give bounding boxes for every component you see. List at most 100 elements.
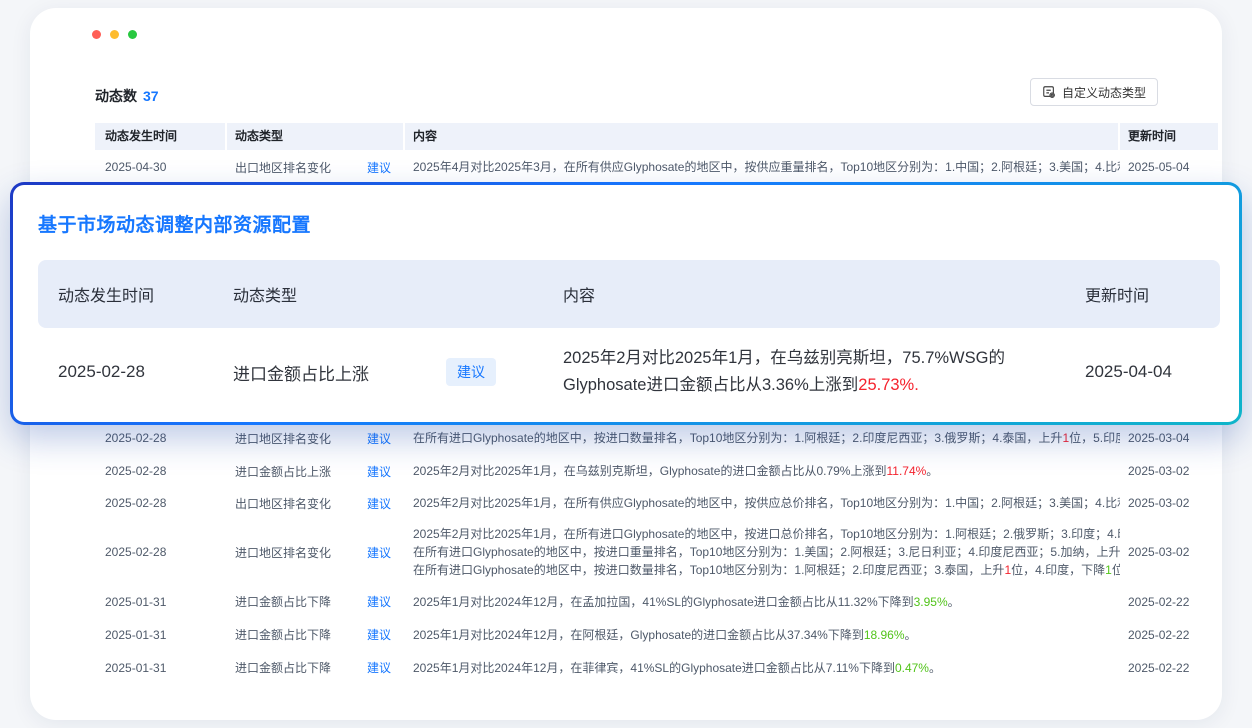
row-type-cell: 进口金额占比下降建议 — [227, 626, 405, 643]
suggestion-link[interactable]: 建议 — [367, 626, 391, 643]
row-date: 2025-01-31 — [95, 628, 227, 642]
zoom-window-button[interactable] — [128, 30, 137, 39]
table-header: 动态发生时间 动态类型 内容 更新时间 — [95, 123, 1218, 150]
row-updated: 2025-03-02 — [1120, 545, 1218, 559]
overlay-column-content: 内容 — [543, 282, 1048, 306]
suggestion-link[interactable]: 建议 — [367, 659, 391, 676]
row-updated: 2025-03-02 — [1120, 464, 1218, 478]
window-controls — [92, 30, 137, 39]
row-content: 在所有进口Glyphosate的地区中，按进口数量排名，Top10地区分别为：1… — [405, 429, 1120, 447]
row-type-label: 出口地区排名变化 — [235, 495, 331, 512]
close-window-button[interactable] — [92, 30, 101, 39]
dynamics-count-label: 动态数 — [95, 88, 137, 104]
content-segment: 2025年2月对比2025年1月，在乌兹别克斯坦，Glyphosate的进口金额… — [413, 464, 886, 478]
row-date: 2025-02-28 — [95, 431, 227, 445]
row-content-line: 2025年1月对比2024年12月，在菲律宾，41%SL的Glyphosate进… — [413, 659, 1120, 677]
customize-icon — [1042, 85, 1056, 99]
content-segment: 2025年2月对比2025年1月，在所有供应Glyphosate的地区中，按供应… — [413, 496, 1120, 510]
row-content-line: 在所有进口Glyphosate的地区中，按进口重量排名，Top10地区分别为：1… — [413, 543, 1120, 561]
row-type-cell: 进口地区排名变化建议 — [227, 430, 405, 447]
row-updated: 2025-02-22 — [1120, 628, 1218, 642]
overlay-column-update-time: 更新时间 — [1048, 282, 1220, 306]
suggestion-link[interactable]: 建议 — [367, 593, 391, 610]
row-type-cell: 进口地区排名变化 建议 — [227, 544, 405, 561]
overlay-table-header: 动态发生时间 动态类型 内容 更新时间 — [38, 260, 1220, 328]
suggestion-badge[interactable]: 建议 — [446, 358, 496, 386]
row-type-cell: 出口地区排名变化 建议 — [227, 159, 405, 176]
content-segment: 在所有进口Glyphosate的地区中，按进口数量排名，Top10地区分别为：1… — [413, 431, 1062, 445]
table-body-top: 2025-04-30 出口地区排名变化 建议 2025年4月对比2025年3月，在所有… — [95, 150, 1218, 184]
row-content: 2025年1月对比2024年12月，在阿根廷，Glyphosate的进口金额占比… — [405, 626, 1120, 644]
row-type-cell: 出口地区排名变化 建议 — [227, 495, 405, 512]
row-type-label: 进口金额占比下降 — [235, 593, 331, 610]
row-content-line: 2025年4月对比2025年3月，在所有供应Glyphosate的地区中，按供应… — [413, 158, 1120, 176]
suggestion-link[interactable]: 建议 — [367, 544, 391, 561]
content-segment: 。 — [905, 628, 917, 642]
content-segment: 位，5.印度，下降 — [1069, 431, 1120, 445]
row-date: 2025-01-31 — [95, 661, 227, 675]
row-content-line: 2025年2月对比2025年1月，在所有供应Glyphosate的地区中，按供应… — [413, 494, 1120, 512]
row-content: 2025年2月对比2025年1月，在乌兹别克斯坦，Glyphosate的进口金额… — [405, 462, 1120, 480]
table-body-bottom: 2025-02-28进口地区排名变化建议在所有进口Glyphosate的地区中，… — [95, 421, 1218, 684]
row-type-cell: 进口金额占比下降 建议 — [227, 593, 405, 610]
table-row: 2025-01-31 进口金额占比下降 建议 2025年1月对比2024年12月，在孟… — [95, 585, 1218, 618]
content-segment: 位，5.俄罗斯... — [1112, 563, 1120, 577]
row-type-label: 出口地区排名变化 — [235, 159, 331, 176]
minimize-window-button[interactable] — [110, 30, 119, 39]
content-segment: 。 — [926, 464, 938, 478]
row-content-line: 2025年1月对比2024年12月，在孟加拉国，41%SL的Glyphosate… — [413, 593, 1120, 611]
content-segment: 位，4.印度，下降 — [1011, 563, 1105, 577]
column-header-type: 动态类型 — [227, 123, 405, 150]
customize-dynamic-type-button[interactable]: 自定义动态类型 — [1030, 78, 1158, 106]
content-segment: 在所有进口Glyphosate的地区中，按进口重量排名，Top10地区分别为：1… — [413, 545, 1120, 559]
table-row: 2025-02-28进口地区排名变化建议在所有进口Glyphosate的地区中，… — [95, 421, 1218, 455]
row-content: 2025年2月对比2025年1月，在所有供应Glyphosate的地区中，按供应… — [405, 494, 1120, 512]
overlay-row-date: 2025-02-28 — [38, 362, 213, 382]
row-content: 2025年4月对比2025年3月，在所有供应Glyphosate的地区中，按供应… — [405, 158, 1120, 176]
content-segment: 25.73%. — [858, 376, 919, 394]
row-date: 2025-02-28 — [95, 496, 227, 510]
table-row: 2025-02-28 进口地区排名变化 建议 2025年2月对比2025年1月，在所有… — [95, 519, 1218, 585]
content-segment: 。 — [948, 595, 960, 609]
column-header-update-time: 更新时间 — [1120, 123, 1218, 150]
content-segment: 2025年1月对比2024年12月，在菲律宾，41%SL的Glyphosate进… — [413, 661, 895, 675]
row-type-cell: 进口金额占比下降 建议 — [227, 659, 405, 676]
row-date: 2025-02-28 — [95, 545, 227, 559]
content-segment: 在所有进口Glyphosate的地区中，按进口数量排名，Top10地区分别为：1… — [413, 563, 1004, 577]
overlay-row-updated: 2025-04-04 — [1048, 362, 1220, 382]
row-content: 2025年1月对比2024年12月，在孟加拉国，41%SL的Glyphosate… — [405, 593, 1120, 611]
content-segment: 11.74% — [886, 464, 926, 478]
highlight-overlay-card: 基于市场动态调整内部资源配置 动态发生时间 动态类型 内容 更新时间 2025-… — [10, 182, 1242, 425]
suggestion-link[interactable]: 建议 — [367, 159, 391, 176]
overlay-title: 基于市场动态调整内部资源配置 — [38, 210, 311, 237]
customize-button-label: 自定义动态类型 — [1062, 84, 1146, 101]
table-row: 2025-04-30 出口地区排名变化 建议 2025年4月对比2025年3月，在所有… — [95, 150, 1218, 184]
dynamics-count-value: 37 — [143, 88, 159, 104]
overlay-row-content: 2025年2月对比2025年1月，在乌兹别亮斯坦，75.7%WSG的Glypho… — [543, 345, 1048, 399]
overlay-column-type: 动态类型 — [213, 282, 423, 306]
row-date: 2025-04-30 — [95, 160, 227, 174]
table-row: 2025-02-28 进口金额占比上涨 建议 2025年2月对比2025年1月，在乌兹… — [95, 455, 1218, 487]
row-date: 2025-01-31 — [95, 595, 227, 609]
content-segment: 2025年1月对比2024年12月，在阿根廷，Glyphosate的进口金额占比… — [413, 628, 864, 642]
row-type-label: 进口地区排名变化 — [235, 544, 331, 561]
row-updated: 2025-03-02 — [1120, 496, 1218, 510]
row-content: 2025年1月对比2024年12月，在菲律宾，41%SL的Glyphosate进… — [405, 659, 1120, 677]
row-updated: 2025-02-22 — [1120, 595, 1218, 609]
table-row: 2025-01-31 进口金额占比下降 建议 2025年1月对比2024年12月，在菲… — [95, 651, 1218, 684]
row-updated: 2025-03-04 — [1120, 431, 1218, 445]
content-segment: 0.47% — [895, 661, 929, 675]
overlay-table-row: 2025-02-28 进口金额占比上涨 建议 2025年2月对比2025年1月，… — [38, 333, 1220, 411]
overlay-column-event-time: 动态发生时间 — [38, 282, 213, 306]
row-date: 2025-02-28 — [95, 464, 227, 478]
row-content: 2025年2月对比2025年1月，在所有进口Glyphosate的地区中，按进口… — [405, 525, 1120, 579]
row-type-label: 进口金额占比上涨 — [235, 463, 331, 480]
row-updated: 2025-02-22 — [1120, 661, 1218, 675]
row-type-label: 进口金额占比下降 — [235, 659, 331, 676]
suggestion-link[interactable]: 建议 — [367, 495, 391, 512]
overlay-row-tag-cell: 建议 — [423, 358, 543, 386]
suggestion-link[interactable]: 建议 — [367, 463, 391, 480]
content-segment: 。 — [929, 661, 941, 675]
content-segment: 2025年2月对比2025年1月，在乌兹别亮斯坦，75.7%WSG的Glypho… — [563, 349, 1005, 394]
suggestion-link[interactable]: 建议 — [367, 430, 391, 447]
